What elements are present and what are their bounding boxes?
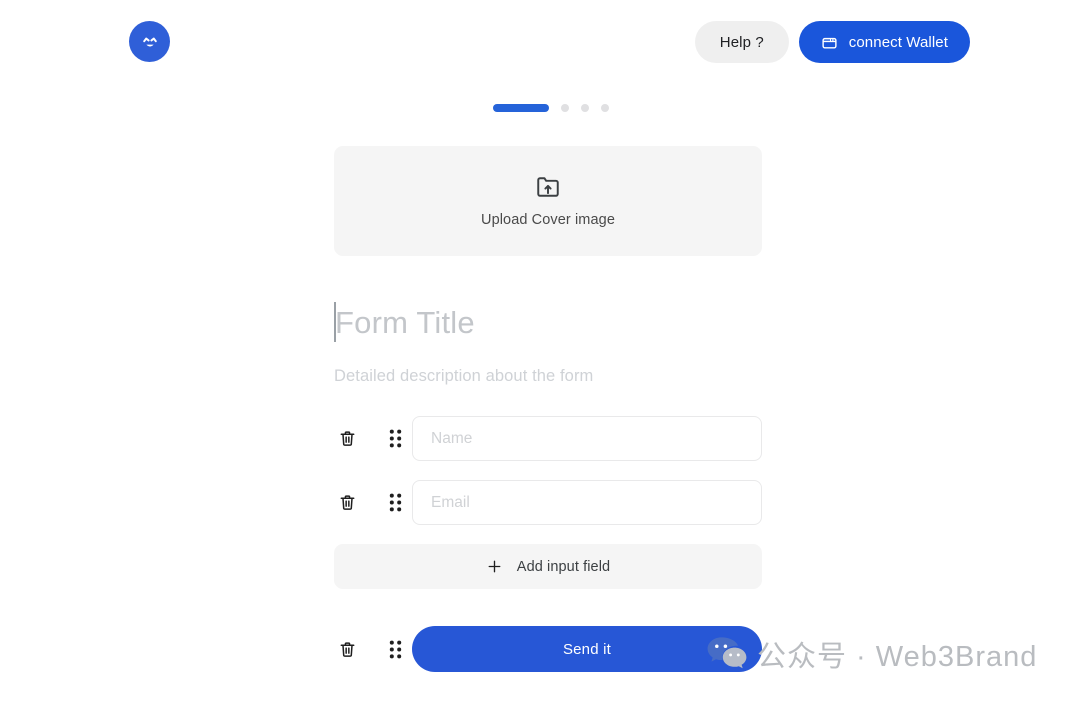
send-button-row: Send it (334, 626, 762, 672)
row-controls (334, 429, 412, 448)
drag-handle-icon[interactable] (382, 429, 408, 448)
form-field-input-name[interactable] (412, 416, 762, 461)
form-field-input-email[interactable] (412, 480, 762, 525)
trash-icon[interactable] (334, 640, 360, 659)
connect-wallet-label: connect Wallet (848, 33, 948, 51)
progress-stepper (493, 104, 609, 112)
form-field-row (334, 416, 762, 461)
add-input-field-label: Add input field (516, 558, 611, 575)
trash-icon[interactable] (334, 493, 360, 512)
progress-step-4[interactable] (601, 104, 609, 112)
form-field-row (334, 480, 762, 525)
wallet-icon (821, 34, 838, 51)
add-input-field-button[interactable]: Add input field (334, 544, 762, 589)
drag-handle-icon[interactable] (382, 493, 408, 512)
help-button[interactable]: Help ? (694, 21, 789, 63)
watermark-text: 公众号 · Web3Brand (757, 641, 1038, 673)
upload-cover-image-label: Upload Cover image (481, 212, 615, 228)
app-root: Help ? connect Wallet Upload Cover image… (0, 0, 1080, 702)
app-logo[interactable] (129, 21, 170, 62)
form-title-placeholder: Form Title (335, 304, 475, 340)
send-it-button[interactable]: Send it (412, 626, 762, 672)
plus-icon (486, 558, 503, 575)
upload-cover-image-dropzone[interactable]: Upload Cover image (334, 146, 762, 256)
progress-step-active[interactable] (493, 104, 549, 112)
app-header: Help ? connect Wallet (0, 0, 1080, 84)
progress-step-3[interactable] (581, 104, 589, 112)
row-controls (334, 640, 412, 659)
header-actions: Help ? connect Wallet (694, 21, 970, 63)
drag-handle-icon[interactable] (382, 640, 408, 659)
form-field-list (334, 416, 762, 525)
folder-upload-icon (535, 174, 561, 200)
form-description-field[interactable]: Detailed description about the form (334, 367, 762, 386)
form-builder: Upload Cover image Form Title Detailed d… (334, 146, 762, 672)
trash-icon[interactable] (334, 429, 360, 448)
form-title-field[interactable]: Form Title (334, 298, 762, 346)
progress-step-2[interactable] (561, 104, 569, 112)
smiley-arrows-logo-icon (138, 30, 162, 54)
row-controls (334, 493, 412, 512)
connect-wallet-button[interactable]: connect Wallet (798, 21, 970, 63)
text-caret (334, 302, 336, 342)
